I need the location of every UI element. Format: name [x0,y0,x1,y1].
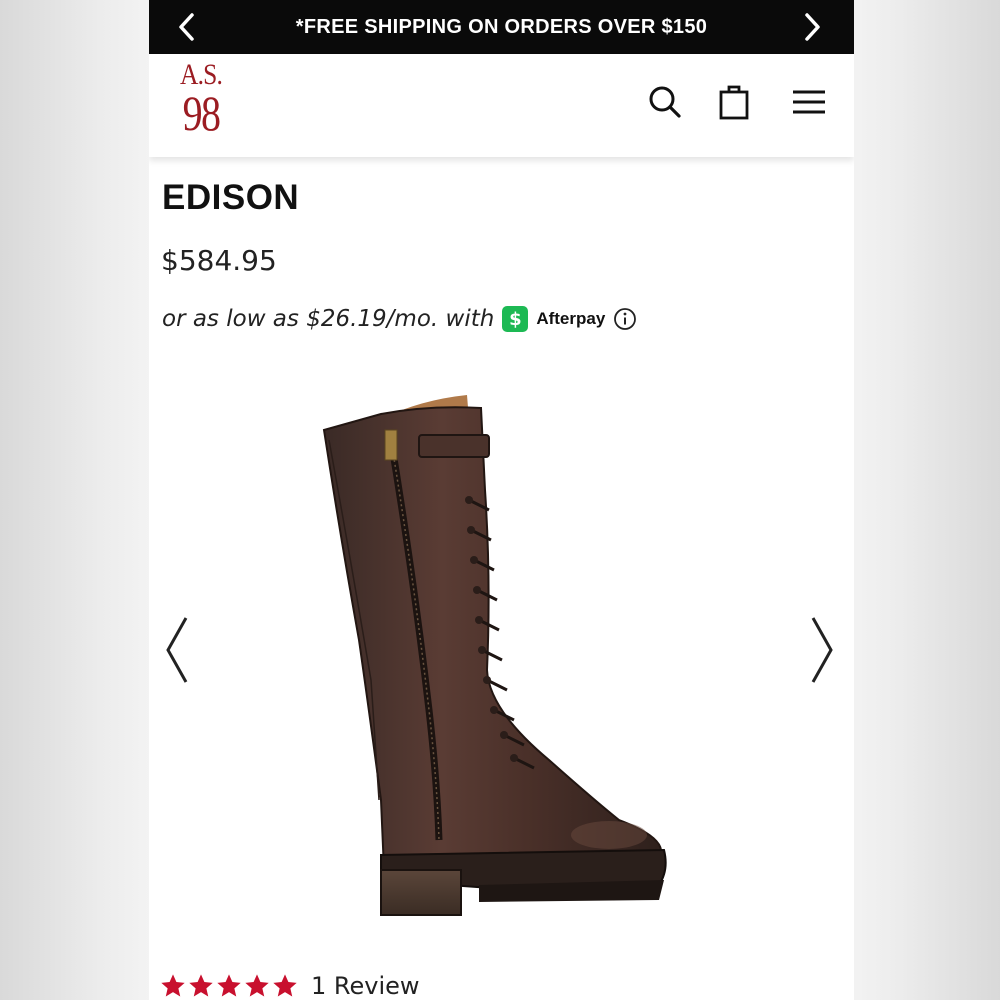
chevron-left-icon [166,617,188,683]
promo-text: *FREE SHIPPING ON ORDERS OVER $150 [295,15,708,38]
search-button[interactable] [645,82,685,122]
gallery-prev-button[interactable] [159,610,195,690]
brand-logo[interactable]: A.S. 98 [175,60,227,152]
star-icon [245,974,269,997]
star-icon [217,974,241,997]
shopping-bag-icon [719,85,749,120]
menu-button[interactable] [789,82,829,122]
product-rating: 1 Review [159,968,420,1000]
search-icon [649,86,681,118]
product-title: EDISON [162,178,300,217]
star-icon [189,974,213,997]
star-icon [161,974,185,997]
product-image[interactable] [319,380,679,920]
star-rating[interactable] [159,972,299,1000]
chevron-right-icon [805,13,820,41]
chevron-right-icon [811,617,833,683]
afterpay-logo-badge: $ [502,306,529,332]
product-image-gallery [149,370,854,940]
product-price: $584.95 [161,244,277,277]
logo-line-2: 98 [182,85,221,141]
star-icon [273,974,297,997]
afterpay-installment: or as low as $26.19/mo. with $ Afterpay [162,303,637,335]
review-count-link[interactable]: 1 Review [311,972,420,1000]
gallery-next-button[interactable] [804,610,840,690]
mobile-viewport: *FREE SHIPPING ON ORDERS OVER $150 A.S. … [149,0,854,1000]
info-icon[interactable] [613,307,637,331]
cart-button[interactable] [714,82,754,122]
chevron-left-icon [179,13,194,41]
installment-text: or as low as $26.19/mo. with [162,306,495,332]
promo-banner: *FREE SHIPPING ON ORDERS OVER $150 [149,0,854,54]
site-header: A.S. 98 [149,54,854,157]
promo-next-button[interactable] [794,9,830,45]
menu-icon [793,90,825,114]
promo-prev-button[interactable] [169,9,205,45]
afterpay-label: Afterpay [536,309,606,328]
